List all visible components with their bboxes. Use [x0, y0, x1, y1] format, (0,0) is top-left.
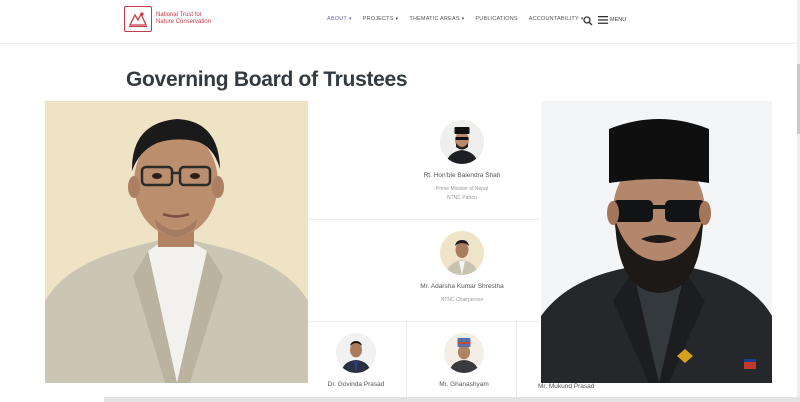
trustee-name: Rt. Hon'ble Balendra Shah [423, 172, 501, 179]
trustee-role: Prime Minister of Nepal NTNC Patron [380, 185, 544, 203]
trustee-card[interactable]: Mr. Adarsha Kumar Shrestha NTNC Chairper… [380, 231, 544, 305]
trustee-name: Mr. Ghanashyam [439, 381, 489, 388]
menu-label: MENU [610, 17, 627, 23]
logo-line-2: Nature Conservation [156, 19, 212, 25]
nav-item-publications[interactable]: PUBLICATIONS [475, 16, 517, 22]
nav-item-label: THEMATIC AREAS [409, 16, 460, 22]
search-icon[interactable] [583, 16, 593, 26]
hamburger-icon [598, 16, 608, 24]
nav-item-about[interactable]: ABOUT ▾ [327, 16, 352, 22]
nav-item-projects[interactable]: PROJECTS ▾ [363, 16, 399, 22]
ntnc-emblem-icon [124, 6, 152, 32]
trustee-role-line: NTNC Patron [446, 195, 477, 201]
menu-button[interactable]: MENU [598, 16, 626, 24]
trustee-name: Dr. Govinda Prasad [327, 381, 385, 388]
trustee-role-line: Prime Minister of Nepal [436, 186, 488, 192]
trustee-photo-left [45, 101, 308, 383]
grid-divider [516, 321, 517, 397]
nav-item-label: ABOUT [327, 16, 347, 22]
trustee-name: Mr. Mukund Prasad [538, 383, 595, 390]
trustee-name: Mr. Adarsha Kumar Shrestha [420, 283, 504, 290]
nav-item-accountability[interactable]: ACCOUNTABILITY ▾ [529, 16, 584, 22]
chevron-down-icon: ▾ [348, 16, 352, 22]
logo-text: National Trust for Nature Conservation [156, 12, 226, 26]
nav-item-thematic-areas[interactable]: THEMATIC AREAS ▾ [409, 16, 464, 22]
trustee-card[interactable]: Mr. Ghanashyam [414, 333, 514, 388]
trustee-avatar [336, 333, 376, 373]
trustee-card[interactable]: Rt. Hon'ble Balendra Shah Prime Minister… [380, 120, 544, 203]
trustee-card[interactable]: Dr. Govinda Prasad [306, 333, 406, 388]
trustee-role-line: NTNC Chairperson [440, 297, 484, 303]
main-nav: ABOUT ▾ PROJECTS ▾ THEMATIC AREAS ▾ PUBLICA… [327, 16, 595, 22]
grid-divider [308, 321, 540, 322]
site-logo[interactable]: National Trust for Nature Conservation [124, 6, 226, 32]
trustee-photo-right [541, 101, 772, 383]
trustee-role: NTNC Chairperson [380, 296, 544, 305]
grid-divider [308, 219, 540, 220]
trustee-avatar [444, 333, 484, 373]
nav-item-label: ACCOUNTABILITY [528, 16, 579, 22]
nav-item-label: PUBLICATIONS [475, 16, 518, 22]
grid-divider [406, 321, 407, 397]
site-header: National Trust for Nature Conservation A… [0, 0, 800, 44]
page-footer-edge [104, 397, 800, 402]
nav-item-label: PROJECTS [362, 16, 394, 22]
chevron-down-icon: ▾ [461, 16, 465, 22]
logo-line-1: National Trust for [156, 12, 202, 18]
page-title: Governing Board of Trustees [126, 68, 408, 91]
trustee-avatar [440, 120, 484, 164]
chevron-down-icon: ▾ [395, 16, 399, 22]
trustee-avatar [440, 231, 484, 275]
